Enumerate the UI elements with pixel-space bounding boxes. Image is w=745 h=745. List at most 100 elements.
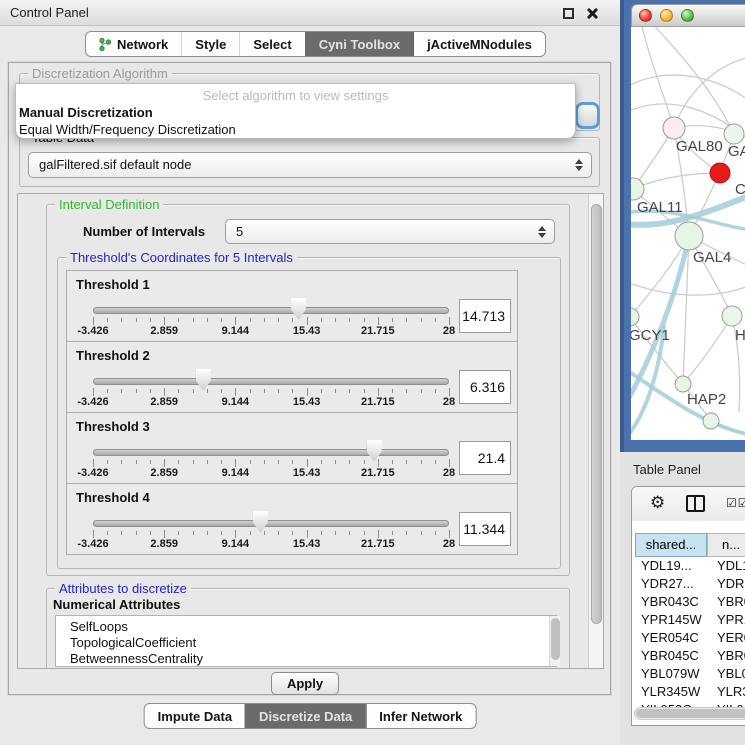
slider-minor-tick — [107, 318, 108, 322]
float-window-icon[interactable] — [563, 8, 574, 19]
numerical-attributes-list[interactable]: SelfLoopsTopologicalCoefficientBetweenne… — [55, 615, 557, 667]
close-icon[interactable] — [586, 7, 598, 19]
slider-minor-tick — [349, 389, 350, 393]
minimize-traffic-light-icon[interactable] — [660, 9, 673, 22]
table-data-combobox-value: galFiltered.sif default node — [39, 153, 191, 177]
slider-major-tick — [235, 459, 236, 467]
scrollbar-thumb[interactable] — [636, 709, 745, 718]
slider-minor-tick — [349, 531, 350, 535]
number-of-intervals-label: Number of Intervals — [83, 224, 205, 239]
network-edge — [651, 27, 734, 134]
table-row[interactable]: YBL079WYBL0... — [635, 665, 745, 683]
tab-select[interactable]: Select — [239, 32, 304, 56]
slider-minor-tick — [193, 460, 194, 464]
algorithm-option-equal-width-frequency-discretization[interactable]: Equal Width/Frequency Discretization — [16, 121, 575, 138]
network-canvas[interactable]: GAL80GACGAL11GAL4GCY1HHAP2 — [631, 27, 745, 440]
network-node-h[interactable] — [722, 306, 742, 326]
network-node-c[interactable] — [710, 163, 730, 183]
combobox-stepper-icon[interactable] — [538, 226, 546, 238]
slider-minor-tick — [406, 531, 407, 535]
slider-minor-tick — [121, 460, 122, 464]
threshold-value-field[interactable]: 11.344 — [459, 512, 511, 546]
network-node-hap2[interactable] — [675, 376, 691, 392]
table-row[interactable]: YBR045CYBR0... — [635, 647, 745, 665]
table-horizontal-scrollbar[interactable] — [634, 707, 745, 720]
slider-tick-label: 2.859 — [150, 538, 178, 550]
gear-icon[interactable]: ⚙ — [650, 493, 665, 513]
table-cell: YDL1... — [707, 557, 745, 575]
node-label: GA — [728, 143, 745, 160]
number-of-intervals-combobox[interactable]: 5 — [225, 219, 555, 244]
attribute-item-selfloops[interactable]: SelfLoops — [70, 619, 556, 635]
slider-handle[interactable] — [291, 298, 306, 320]
network-node-ga[interactable] — [724, 124, 744, 144]
slider-minor-tick — [421, 460, 422, 464]
bottom-tab-infer-network[interactable]: Infer Network — [365, 704, 475, 728]
network-edge — [683, 316, 732, 384]
slider-track[interactable] — [93, 378, 449, 385]
slider-minor-tick — [292, 460, 293, 464]
network-node-gal80[interactable] — [663, 117, 685, 139]
algorithm-combobox-fragment[interactable] — [575, 102, 600, 129]
slider-minor-tick — [107, 389, 108, 393]
apply-button[interactable]: Apply — [271, 672, 339, 695]
column-header[interactable]: n... — [707, 533, 745, 557]
attribute-item-betweennesscentrality[interactable]: BetweennessCentrality — [70, 651, 556, 667]
attributes-list-scrollbar[interactable] — [549, 616, 560, 666]
settings-vertical-scrollbar[interactable] — [588, 194, 603, 668]
tab-cyni-toolbox[interactable]: Cyni Toolbox — [305, 32, 413, 56]
table-row[interactable]: YDR27...YDR2... — [635, 575, 745, 593]
bottom-tab-discretize-data[interactable]: Discretize Data — [245, 704, 365, 728]
slider-track[interactable] — [93, 449, 449, 456]
slider-minor-tick — [150, 389, 151, 393]
table-cell: YBL0... — [707, 665, 745, 683]
table-row[interactable]: YBR043CYBR0... — [635, 593, 745, 611]
slider-minor-tick — [178, 318, 179, 322]
table-panel: Table Panel ⚙ ☑☑ shared...n... YDL19...Y… — [620, 452, 745, 745]
slider-minor-tick — [335, 389, 336, 393]
thresholds-group-title: Threshold's Coordinates for 5 Intervals — [66, 250, 297, 265]
slider-minor-tick — [150, 318, 151, 322]
tab-jactivemnodules[interactable]: jActiveMNodules — [413, 32, 545, 56]
table-row[interactable]: YDL19...YDL1... — [635, 557, 745, 575]
threshold-value-field[interactable]: 6.316 — [459, 370, 511, 404]
network-node[interactable] — [703, 413, 719, 429]
network-node-gcy1[interactable] — [631, 308, 639, 326]
tab-style[interactable]: Style — [181, 32, 239, 56]
close-traffic-light-icon[interactable] — [639, 9, 652, 22]
zoom-traffic-light-icon[interactable] — [681, 9, 694, 22]
slider-track[interactable] — [93, 520, 449, 527]
slider-major-tick — [164, 459, 165, 467]
table-row[interactable]: YER054CYER0... — [635, 629, 745, 647]
scrollbar-thumb[interactable] — [591, 204, 602, 624]
select-columns-icon[interactable]: ☑☑ — [726, 496, 745, 510]
table-row[interactable]: YLR345WYLR3... — [635, 683, 745, 701]
column-header[interactable]: shared... — [635, 533, 707, 557]
slider-major-tick — [93, 388, 94, 396]
tab-label: Discretize Data — [259, 709, 352, 724]
slider-handle[interactable] — [367, 440, 382, 462]
split-columns-icon[interactable] — [686, 495, 705, 512]
threshold-value-field[interactable]: 14.713 — [459, 299, 511, 333]
slider-handle[interactable] — [253, 511, 268, 533]
network-node-gal4[interactable] — [675, 222, 703, 250]
slider-minor-tick — [250, 389, 251, 393]
network-window: GAL80GACGAL11GAL4GCY1HHAP2 — [620, 0, 745, 452]
scrollbar-thumb[interactable] — [551, 618, 560, 660]
combobox-stepper-icon[interactable] — [575, 159, 583, 171]
network-graph[interactable]: GAL80GACGAL11GAL4GCY1HHAP2 — [631, 27, 745, 440]
threshold-label: Threshold 4 — [76, 490, 150, 505]
table-row[interactable]: YPR145WYPR1... — [635, 611, 745, 629]
slider-minor-tick — [278, 318, 279, 322]
slider-minor-tick — [278, 531, 279, 535]
bottom-tab-impute-data[interactable]: Impute Data — [145, 704, 245, 728]
tab-network[interactable]: Network — [86, 32, 181, 56]
slider-minor-tick — [107, 531, 108, 535]
algorithm-option-manual-discretization[interactable]: Manual Discretization — [16, 104, 575, 121]
attribute-item-topologicalcoefficient[interactable]: TopologicalCoefficient — [70, 635, 556, 651]
threshold-value-field[interactable]: 21.4 — [459, 441, 511, 475]
table-cell: YDR2... — [707, 575, 745, 593]
slider-handle[interactable] — [196, 369, 211, 391]
slider-track[interactable] — [93, 307, 449, 314]
table-data-combobox[interactable]: galFiltered.sif default node — [28, 152, 592, 178]
